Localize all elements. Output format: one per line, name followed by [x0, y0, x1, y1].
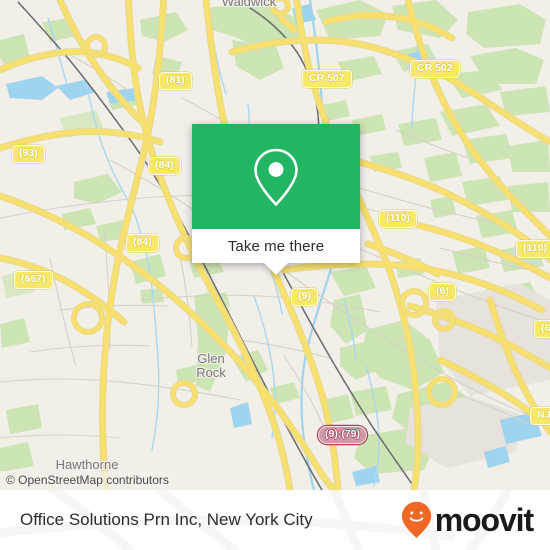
osm-attribution[interactable]: © OpenStreetMap contributors — [0, 471, 176, 490]
route-shield-cr507[interactable]: CR 507 — [302, 70, 352, 88]
route-shield-81[interactable]: (81) — [159, 72, 192, 90]
moovit-wordmark: moovit — [434, 502, 534, 538]
route-shield-6-a[interactable]: (6) — [429, 283, 456, 301]
moovit-map-screenshot: .park { fill:#cde4b5; } .park2 { fill:#d… — [0, 0, 550, 550]
moovit-brand[interactable]: moovit — [401, 490, 534, 550]
route-shield-667[interactable]: (667) — [14, 271, 53, 289]
location-popup-card[interactable]: Take me there — [192, 124, 360, 275]
footer-bar: Office Solutions Prn Inc, New York City … — [0, 490, 550, 550]
route-shield-84-b[interactable]: (84) — [126, 234, 159, 252]
route-shield-110-b[interactable]: (110) — [516, 240, 550, 258]
location-pin-icon — [254, 148, 298, 206]
route-shield-cr502[interactable]: CR 502 — [410, 60, 460, 78]
popup-footer[interactable]: Take me there — [192, 229, 360, 263]
map-canvas[interactable]: .park { fill:#cde4b5; } .park2 { fill:#d… — [0, 0, 550, 490]
take-me-there-label: Take me there — [227, 237, 325, 255]
popup-pointer-tail — [264, 263, 288, 275]
route-shield-9-79[interactable]: (9);(79) — [318, 426, 368, 444]
moovit-smiley-pin-icon — [401, 501, 431, 538]
route-shield-nj[interactable]: NJ — [530, 407, 550, 425]
route-shield-6-b[interactable]: (6) — [534, 320, 550, 338]
route-shield-110-a[interactable]: (110) — [379, 210, 417, 228]
popup-header — [192, 124, 360, 229]
route-shield-9[interactable]: (9) — [291, 288, 318, 306]
route-shield-84-a[interactable]: (84) — [148, 157, 181, 175]
route-shield-93[interactable]: (93) — [12, 145, 45, 163]
location-title: Office Solutions Prn Inc, New York City — [20, 510, 313, 529]
